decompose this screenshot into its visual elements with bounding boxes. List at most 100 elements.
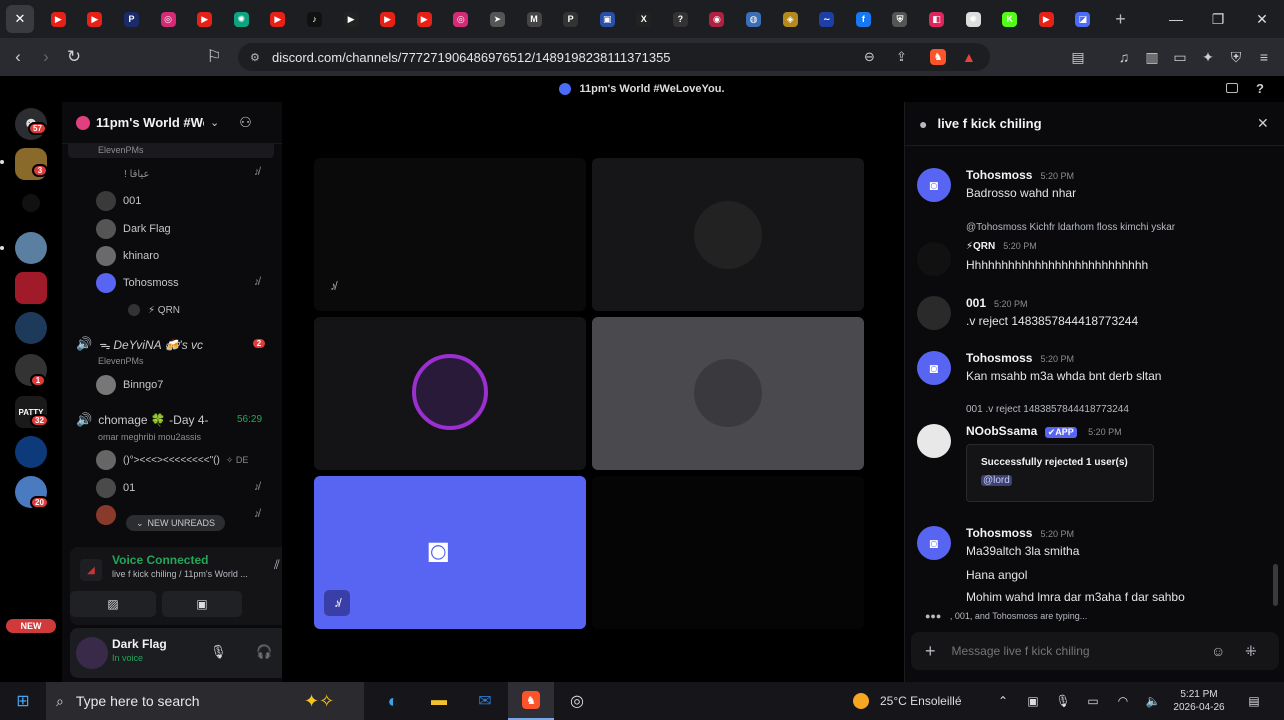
signal-icon[interactable]: ◢ [80, 559, 102, 581]
browser-tab[interactable]: K [991, 0, 1028, 38]
clock[interactable]: 5:21 PM 2026-04-26 [1172, 682, 1226, 720]
obs-icon[interactable]: ◎ [554, 682, 600, 720]
notifications-icon[interactable]: ▤ [1244, 682, 1264, 720]
video-tile[interactable] [592, 317, 864, 470]
camera-off-button[interactable]: ▨ [70, 591, 156, 617]
server-icon[interactable] [15, 312, 47, 344]
message-author[interactable]: Tohosmoss 5:20 PM [966, 351, 1074, 365]
brave-rewards-icon[interactable]: ▲ [962, 49, 976, 65]
site-info-icon[interactable]: ⚙ [250, 51, 260, 64]
avatar[interactable]: ◙ [917, 351, 951, 385]
microphone-icon[interactable]: 🎙 [210, 644, 227, 660]
tray-chevron-icon[interactable]: ⌃ [994, 682, 1012, 720]
reload-icon[interactable]: ↻ [60, 43, 88, 71]
message-author[interactable]: 001 5:20 PM [966, 296, 1028, 310]
browser-tab[interactable]: ◎ [150, 0, 187, 38]
inbox-icon[interactable] [1226, 83, 1238, 93]
reply-preview[interactable]: 001 .v reject 1483857844418773244 [966, 404, 1129, 415]
browser-tab[interactable]: ◎ [443, 0, 480, 38]
user-mention[interactable]: @lord [981, 475, 1012, 486]
browser-tab[interactable]: ◉ [699, 0, 736, 38]
weather-text[interactable]: 25°C Ensoleillé [880, 682, 962, 720]
restore-icon[interactable]: ❐ [1198, 0, 1238, 38]
avatar[interactable] [917, 296, 951, 330]
browser-tab[interactable]: ◧ [918, 0, 955, 38]
battery-icon[interactable]: ▭ [1084, 682, 1102, 720]
wallet-icon[interactable]: ▭ [1170, 47, 1190, 67]
chevron-down-icon[interactable]: ⌄ [210, 116, 219, 129]
browser-tab[interactable]: ▶ [40, 0, 77, 38]
address-bar[interactable]: ⚙ discord.com/channels/77727190648697651… [238, 43, 990, 71]
new-servers-badge[interactable]: NEW [6, 619, 56, 633]
video-tile-speaking[interactable]: ◙ ♪̸ [314, 476, 586, 629]
browser-tab[interactable]: ▶ [369, 0, 406, 38]
help-icon[interactable]: ? [1256, 81, 1264, 96]
server-header[interactable]: 11pm's World #WeL... ⌄ ⚇ [62, 102, 282, 144]
browser-tab[interactable]: ? [662, 0, 699, 38]
browser-tab[interactable]: ▶ [260, 0, 297, 38]
attach-plus-icon[interactable]: + [925, 641, 936, 662]
server-icon[interactable] [15, 436, 47, 468]
outlook-icon[interactable]: ✉ [462, 682, 508, 720]
browser-tab[interactable]: ◍ [735, 0, 772, 38]
volume-icon[interactable]: 🔈 [1144, 682, 1162, 720]
close-tab-icon[interactable]: ✕ [6, 5, 34, 33]
edge-icon[interactable]: ◐ [370, 682, 416, 720]
microphone-icon[interactable]: 🎙 [1054, 682, 1072, 720]
screen-share-button[interactable]: ▣ [162, 591, 242, 617]
brave-taskbar-icon[interactable]: ♞ [508, 682, 554, 720]
message-input[interactable] [951, 644, 1202, 658]
video-tile[interactable] [592, 158, 864, 311]
new-unreads-pill[interactable]: ⌄ NEW UNREADS [126, 515, 226, 531]
video-tile[interactable] [592, 476, 864, 629]
apps-icon[interactable]: ⁜ [1245, 643, 1257, 660]
share-icon[interactable]: ⇪ [896, 49, 907, 65]
video-tile[interactable]: ♪̸ [314, 158, 586, 311]
taskbar-search[interactable]: ⌕ Type here to search ✦✧ [46, 682, 364, 720]
browser-tab[interactable]: ▶ [333, 0, 370, 38]
new-tab-button[interactable]: + [1115, 9, 1126, 30]
avatar[interactable] [76, 637, 108, 669]
voice-user[interactable]: 01 [96, 478, 135, 498]
browser-tab[interactable]: ▶ [1028, 0, 1065, 38]
browser-tab[interactable]: P [113, 0, 150, 38]
sidebar-icon[interactable]: ▥ [1142, 47, 1162, 67]
noise-suppression-icon[interactable]: ⫽ [274, 557, 280, 573]
folder-icon[interactable] [22, 194, 40, 212]
invite-icon[interactable]: ⚇ [239, 114, 252, 131]
browser-tab[interactable]: M [516, 0, 553, 38]
avatar[interactable] [917, 242, 951, 276]
brave-shield-icon[interactable]: ♞ [930, 49, 946, 65]
chat-scrollbar[interactable] [1273, 564, 1278, 606]
message-author[interactable]: NOobSsama ✔APP 5:20 PM [966, 424, 1122, 438]
server-icon[interactable] [15, 232, 47, 264]
voice-channel[interactable]: 🔊 chomage 🍀 -Day 4- [76, 411, 209, 429]
server-icon[interactable] [15, 272, 47, 304]
browser-tab[interactable]: ◈ [772, 0, 809, 38]
bookmark-icon[interactable]: ⚐ [200, 43, 228, 71]
browser-tab[interactable]: X [626, 0, 663, 38]
browser-tab[interactable]: ♪ [296, 0, 333, 38]
message-author[interactable]: ⚡QRN 5:20 PM [966, 241, 1037, 252]
voice-user[interactable]: 001 [96, 191, 141, 211]
forward-icon[interactable]: › [32, 43, 60, 71]
voice-channel-path[interactable]: live f kick chiling / 11pm's World ... [112, 569, 248, 579]
voice-user[interactable]: khinaro [96, 246, 159, 266]
wifi-icon[interactable]: ◠ [1114, 682, 1132, 720]
media-icon[interactable]: ♫ [1114, 47, 1134, 67]
browser-tab[interactable]: ▣ [589, 0, 626, 38]
avatar[interactable]: ◙ [917, 168, 951, 202]
window-close-icon[interactable]: ✕ [1242, 0, 1282, 38]
reply-preview[interactable]: @Tohosmoss Kichfr ldarhom floss kimchi y… [966, 222, 1175, 233]
voice-user[interactable]: Binngo7 [96, 375, 163, 395]
windows-start-icon[interactable]: ⊞ [0, 682, 46, 720]
browser-tab[interactable]: ➤ [479, 0, 516, 38]
emoji-icon[interactable]: ☺ [1211, 643, 1225, 659]
tray-app-icon[interactable]: ▣ [1024, 682, 1042, 720]
menu-icon[interactable]: ≡ [1254, 47, 1274, 67]
avatar[interactable]: ◙ [917, 526, 951, 560]
voice-channel[interactable]: 🔊 ᯓ DeYviNA 🍻's vc [76, 335, 203, 353]
browser-tab[interactable]: P [552, 0, 589, 38]
browser-tab[interactable]: ▶ [77, 0, 114, 38]
zoom-icon[interactable]: ⊖ [864, 49, 875, 65]
